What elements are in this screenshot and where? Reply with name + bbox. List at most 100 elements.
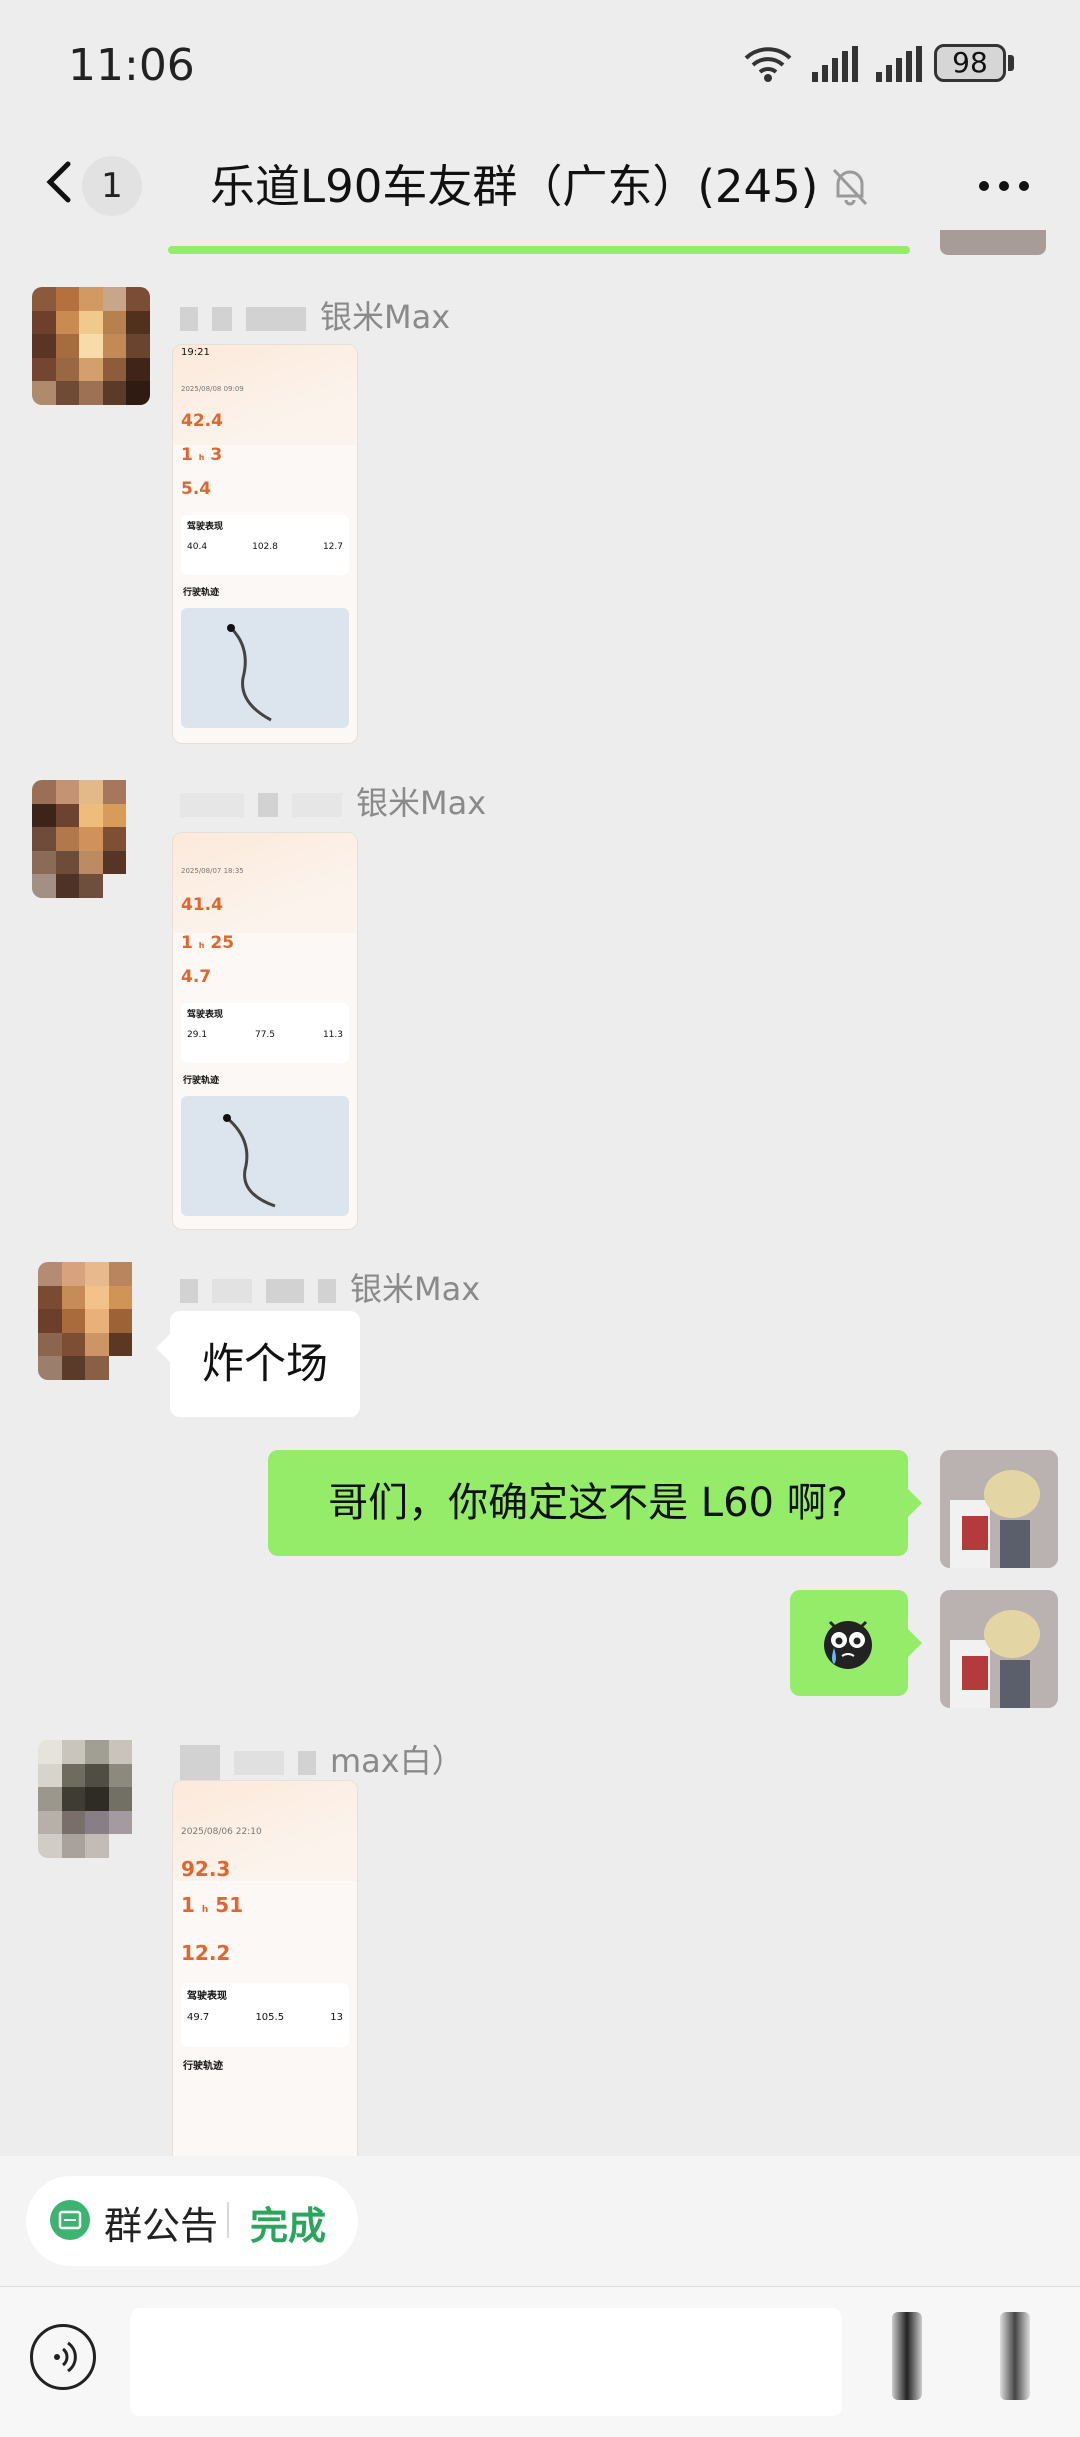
avatar[interactable] [32, 780, 150, 898]
route-line [227, 624, 272, 722]
signal-icon-2 [876, 46, 922, 82]
redacted-name-block [212, 307, 232, 331]
pixelated-avatar-image [38, 1262, 156, 1380]
pixelated-avatar-image [38, 1740, 156, 1858]
muted-bell-icon [832, 168, 868, 206]
message-input[interactable] [130, 2308, 842, 2416]
crying-face-icon [824, 1620, 872, 1669]
chat-title: 乐道L90车友群（广东）(245) [210, 160, 819, 213]
redacted-name-block [246, 307, 306, 331]
image-message[interactable]: 2025/08/06 22:10 92.3 1 h 51 12.2 驾驶表现 4… [172, 1780, 358, 2157]
bubble-tail [908, 1489, 922, 1517]
route-map [181, 1096, 349, 1216]
signal-icon [812, 46, 858, 82]
voice-icon [54, 2341, 77, 2373]
sender-name: max白） [180, 1736, 464, 1782]
metric-value: 13 [330, 2012, 343, 2023]
screenshot-distance: 42.4 [181, 411, 223, 431]
screenshot-consumption: 4.7 [181, 967, 212, 987]
sender-name-suffix: 银米Max [350, 1270, 481, 1308]
card-metrics: 29.1 77.5 11.3 [181, 1024, 349, 1046]
redacted-name-block [212, 1279, 252, 1303]
driving-performance-card: 驾驶表现 49.7 105.5 13 [181, 1983, 349, 2047]
sender-name: 银米Max [180, 292, 450, 338]
metric-value: 102.8 [252, 542, 278, 552]
track-title: 行驶轨迹 [183, 2061, 223, 2072]
done-button[interactable]: 完成 [250, 2195, 326, 2250]
screenshot-date: 2025/08/06 22:10 [181, 1827, 262, 1837]
duration-hours: 1 [181, 933, 193, 953]
more-options-icon[interactable] [978, 180, 1030, 192]
card-title: 驾驶表现 [187, 522, 224, 532]
duration-hours: 1 [181, 1893, 195, 1917]
bubble-tail [156, 1334, 170, 1362]
redacted-name-block [180, 793, 244, 817]
redacted-name-block [292, 793, 342, 817]
screenshot-duration: 1 h 3 [181, 445, 223, 465]
metric-value: 105.5 [255, 2012, 285, 2023]
unread-count-badge[interactable]: 1 [82, 156, 142, 216]
card-metrics: 49.7 105.5 13 [181, 2006, 349, 2029]
avatar[interactable] [38, 1262, 156, 1380]
metric-value: 77.5 [254, 1030, 276, 1040]
screenshot-duration: 1 h 25 [181, 933, 235, 953]
route-line [223, 1114, 276, 1208]
own-message-bubble[interactable]: 哥们，你确定这不是 L60 啊? [268, 1450, 908, 1556]
screenshot-consumption: 5.4 [181, 479, 212, 499]
previous-message-fragment [168, 246, 910, 254]
screenshot-consumption: 12.2 [181, 1941, 231, 1965]
own-avatar[interactable] [940, 1590, 1058, 1708]
screenshot-date: 2025/08/07 18:35 [181, 867, 244, 875]
bubble-tail [908, 1629, 922, 1657]
own-avatar[interactable] [940, 1450, 1058, 1568]
redacted-name-block [298, 1751, 316, 1775]
emoji-button[interactable] [892, 2312, 922, 2400]
battery-indicator: 98 [934, 44, 1006, 82]
voice-input-button[interactable] [30, 2324, 96, 2390]
image-message[interactable]: 2025/08/07 18:35 41.4 1 h 25 4.7 驾驶表现 29… [172, 832, 358, 1230]
own-avatar-image [940, 1450, 1058, 1568]
screenshot-header: 2025/08/07 18:35 41.4 [173, 833, 357, 933]
back-arrow-icon[interactable] [38, 160, 82, 204]
more-actions-button[interactable] [1000, 2312, 1030, 2400]
metric-value: 49.7 [187, 2012, 210, 2023]
avatar[interactable] [32, 287, 150, 405]
own-avatar-image [940, 1590, 1058, 1708]
card-title: 驾驶表现 [187, 1991, 227, 2002]
message-bubble[interactable]: 炸个场 [170, 1311, 361, 1417]
own-sticker-bubble[interactable] [790, 1590, 908, 1696]
redacted-name-block [258, 793, 278, 817]
driving-performance-card: 驾驶表现 29.1 77.5 11.3 [181, 1003, 349, 1063]
duration-minutes: 51 [215, 1893, 244, 1917]
track-title: 行驶轨迹 [183, 1076, 220, 1086]
screenshot-time: 19:21 [181, 347, 210, 358]
card-title: 驾驶表现 [187, 1010, 224, 1020]
wifi-icon [744, 47, 792, 82]
screenshot-distance: 41.4 [181, 895, 223, 915]
sender-name: 银米Max [180, 778, 486, 824]
metric-value: 12.7 [322, 542, 343, 552]
image-message[interactable]: 19:21 2025/08/08 09:09 42.4 1 h 3 5.4 驾驶… [172, 344, 358, 744]
divider [227, 2202, 229, 2238]
route-map [181, 608, 349, 728]
metric-value: 29.1 [187, 1030, 208, 1040]
redacted-name-block [180, 1279, 198, 1303]
group-notice-label[interactable]: 群公告 [104, 2195, 218, 2250]
redacted-name-block [318, 1279, 336, 1303]
driving-performance-card: 驾驶表现 40.4 102.8 12.7 [181, 515, 349, 575]
avatar[interactable] [38, 1740, 156, 1858]
sender-name-suffix: max白） [330, 1742, 464, 1780]
duration-minutes: 25 [210, 933, 235, 953]
redacted-name-block [180, 307, 198, 331]
screenshot-distance: 92.3 [181, 1857, 231, 1881]
sender-name: 银米Max [180, 1264, 480, 1310]
screenshot-date: 2025/08/08 09:09 [181, 385, 244, 393]
sender-name-suffix: 银米Max [320, 298, 451, 336]
redacted-name-block [234, 1751, 284, 1775]
track-title: 行驶轨迹 [183, 588, 220, 598]
notice-icon [50, 2200, 90, 2240]
card-metrics: 40.4 102.8 12.7 [181, 536, 349, 558]
metric-value: 11.3 [322, 1030, 343, 1040]
screenshot-duration: 1 h 51 [181, 1893, 244, 1917]
duration-minutes: 3 [210, 445, 223, 465]
